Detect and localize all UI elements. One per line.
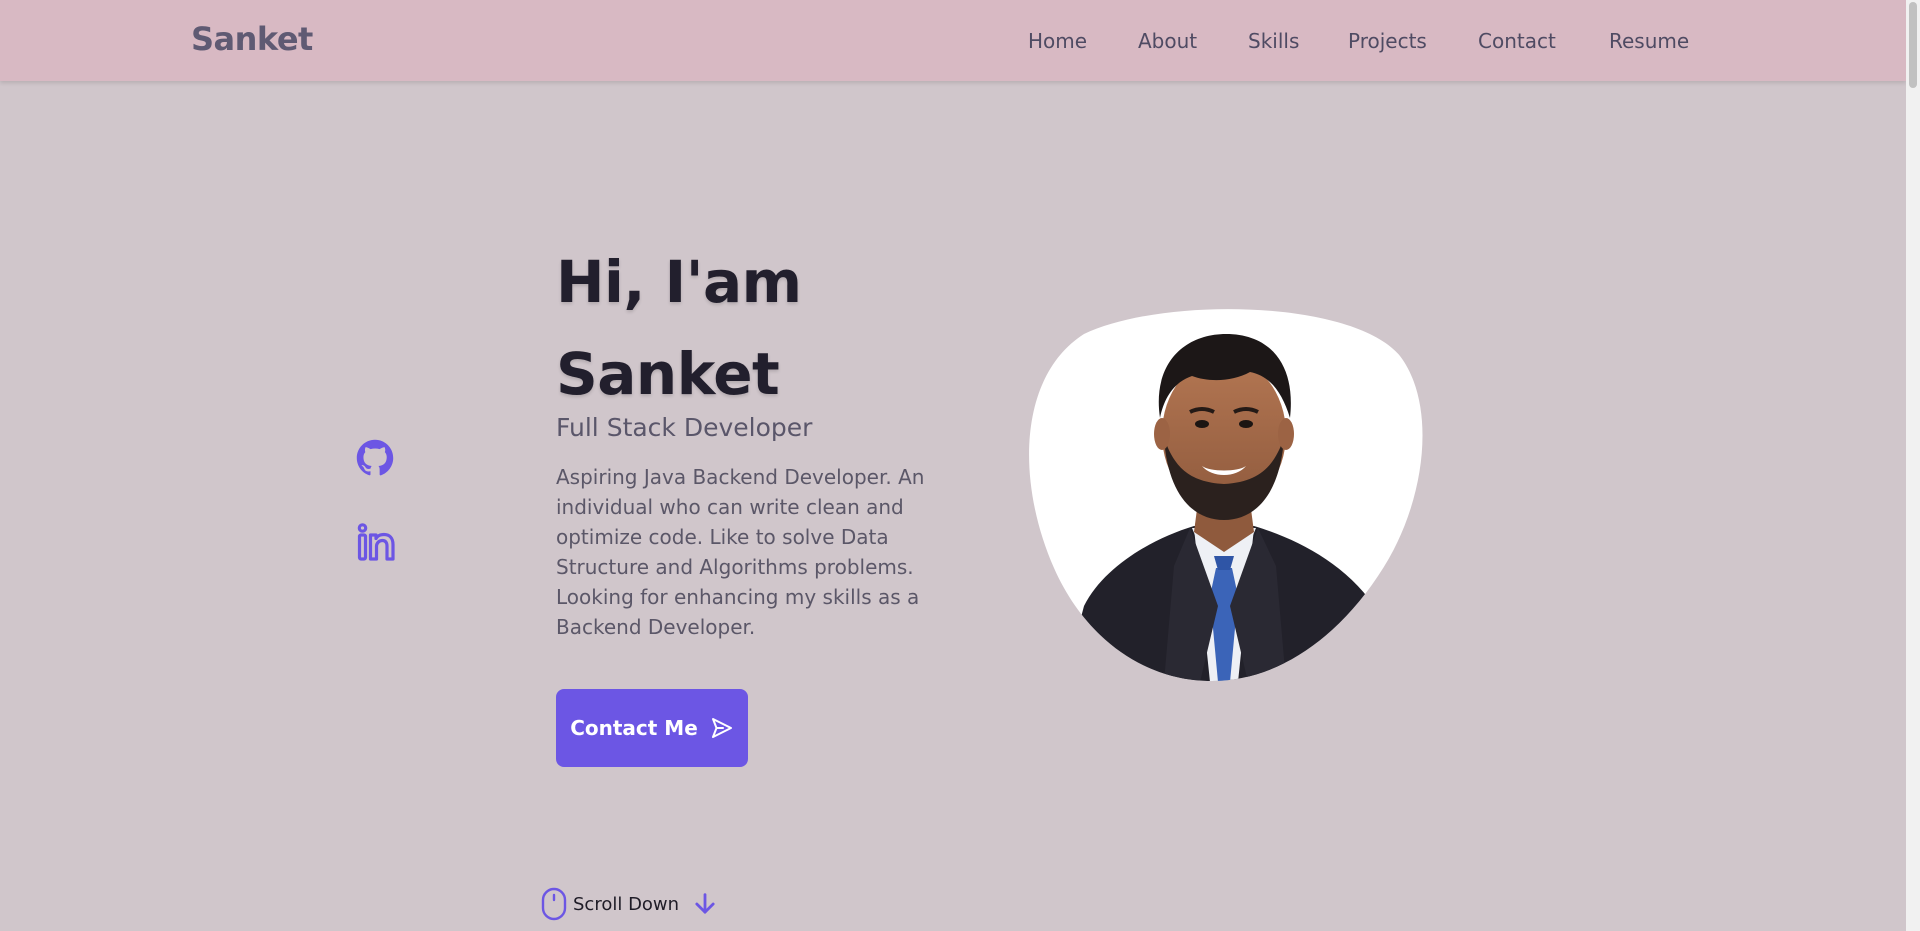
- scrollbar-thumb[interactable]: [1909, 2, 1917, 88]
- hero-name: Sanket: [556, 340, 780, 408]
- contact-me-label: Contact Me: [570, 716, 698, 740]
- send-icon: [711, 718, 732, 738]
- hero-heading: Hi, I'am Sanket: [556, 236, 802, 420]
- nav-item-skills[interactable]: Skills: [1248, 28, 1299, 54]
- nav-item-home[interactable]: Home: [1028, 28, 1087, 54]
- linkedin-link[interactable]: [356, 522, 396, 562]
- scroll-down-label: Scroll Down: [573, 893, 680, 915]
- page-scrollbar[interactable]: [1906, 0, 1920, 931]
- mouse-icon: [541, 887, 567, 921]
- hero-greeting: Hi, I'am: [556, 248, 802, 316]
- nav-item-about[interactable]: About: [1138, 28, 1197, 54]
- nav-item-resume[interactable]: Resume: [1609, 28, 1689, 54]
- linkedin-icon: [357, 523, 395, 561]
- github-icon: [356, 439, 394, 476]
- nav-item-contact[interactable]: Contact: [1478, 28, 1556, 54]
- brand-logo[interactable]: Sanket: [191, 19, 313, 59]
- hero-subtitle: Full Stack Developer: [556, 413, 813, 442]
- github-link[interactable]: [356, 439, 394, 477]
- hero-description: Aspiring Java Backend Developer. An indi…: [556, 465, 925, 639]
- portfolio-page: Sanket Home About Skills Projects Contac…: [0, 0, 1920, 931]
- site-header: Sanket Home About Skills Projects Contac…: [0, 0, 1906, 81]
- profile-photo: [1024, 306, 1426, 682]
- nav-item-projects[interactable]: Projects: [1348, 28, 1427, 54]
- arrow-down-icon: [695, 893, 715, 914]
- scroll-down-link[interactable]: Scroll Down: [541, 887, 719, 921]
- contact-me-button[interactable]: Contact Me: [556, 689, 748, 767]
